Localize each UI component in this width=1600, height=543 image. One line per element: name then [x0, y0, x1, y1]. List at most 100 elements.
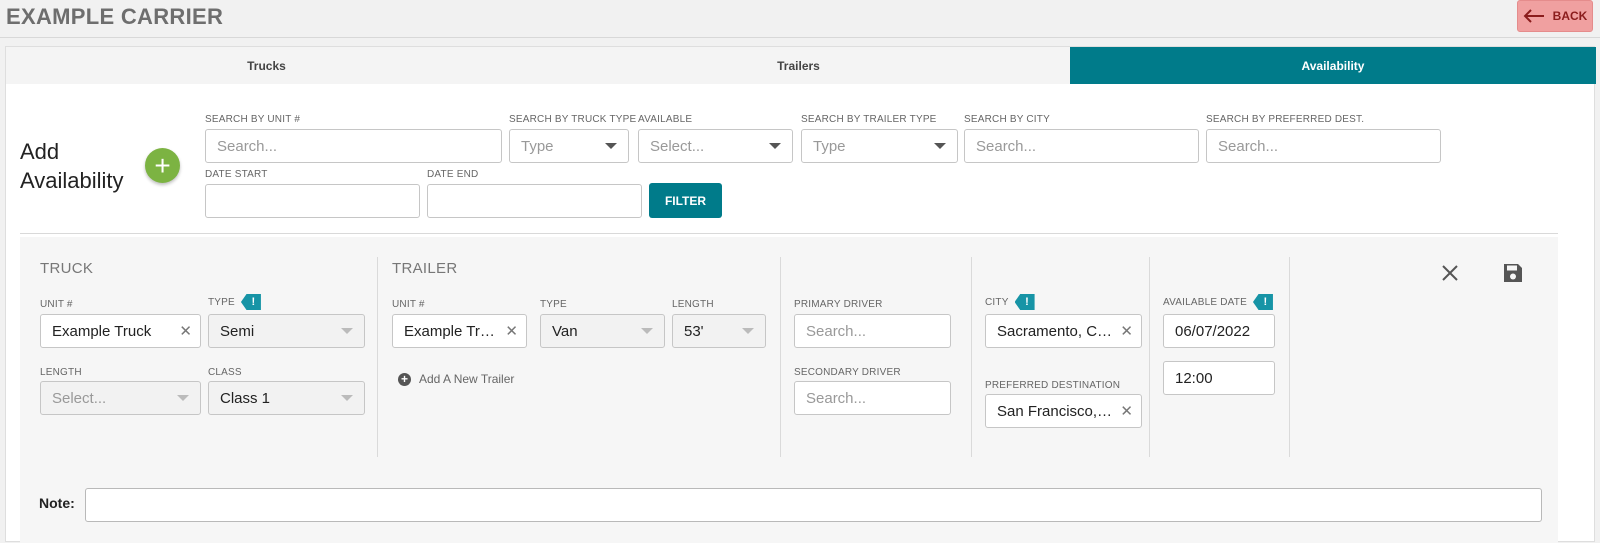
preferred-destination-label: PREFERRED DESTINATION	[985, 380, 1120, 391]
truck-unit-field[interactable]: Example Truck ✕	[40, 314, 201, 348]
filter-city-input[interactable]: Search...	[964, 129, 1199, 163]
trailer-length-label-text: LENGTH	[672, 299, 714, 310]
filter-date-start-input[interactable]	[205, 184, 420, 218]
floppy-disk-icon[interactable]	[1502, 262, 1524, 284]
add-availability-label: Add Availability	[20, 139, 124, 193]
clear-x-icon[interactable]: ✕	[179, 322, 192, 340]
filter-available-label: AVAILABLE	[638, 114, 693, 125]
truck-section-title: TRUCK	[40, 260, 94, 277]
chevron-down-icon	[742, 328, 754, 334]
trailer-type-value: Van	[552, 322, 578, 340]
filter-trailer-type-select[interactable]: Type	[801, 129, 958, 163]
filter-unit-input[interactable]: Search...	[205, 129, 502, 163]
clear-x-icon[interactable]: ✕	[1120, 402, 1133, 420]
trailer-length-select[interactable]: 53'	[672, 314, 766, 348]
truck-type-select[interactable]: Semi	[208, 314, 365, 348]
filter-truck-type-label: SEARCH BY TRUCK TYPE	[509, 114, 637, 125]
available-date-input[interactable]: 06/07/2022	[1163, 314, 1275, 348]
filter-unit-label: SEARCH BY UNIT #	[205, 114, 301, 125]
filter-pref-dest-input[interactable]: Search...	[1206, 129, 1441, 163]
primary-driver-input[interactable]: Search...	[794, 314, 951, 348]
available-date-label-text: AVAILABLE DATE	[1163, 296, 1247, 308]
tab-trailers[interactable]: Trailers	[527, 47, 1070, 84]
section-divider	[971, 257, 972, 457]
required-badge-icon: !	[1252, 294, 1273, 310]
filter-truck-type-select[interactable]: Type	[509, 129, 629, 163]
city-field[interactable]: Sacramento, CA ... ✕	[985, 314, 1142, 348]
available-date-label: AVAILABLE DATE!	[1163, 294, 1273, 310]
preferred-destination-value: San Francisco, C...	[997, 402, 1125, 420]
section-divider	[377, 257, 378, 457]
trailer-unit-value: Example Trailer	[404, 322, 509, 340]
secondary-driver-input[interactable]: Search...	[794, 381, 951, 415]
truck-class-select[interactable]: Class 1	[208, 381, 365, 415]
filter-trailer-type-value: Type	[813, 137, 846, 155]
preferred-destination-label-text: PREFERRED DESTINATION	[985, 380, 1121, 391]
truck-length-select[interactable]: Select...	[40, 381, 201, 415]
chevron-down-icon	[934, 143, 946, 149]
note-label: Note:	[39, 495, 75, 511]
tab-trucks[interactable]: Trucks	[6, 47, 527, 84]
city-label: CITY!	[985, 294, 1035, 310]
section-divider	[780, 257, 781, 457]
trailer-type-label: TYPE	[540, 299, 567, 310]
trailer-unit-label: UNIT #	[392, 299, 425, 310]
primary-driver-label: PRIMARY DRIVER	[794, 299, 883, 310]
clear-x-icon[interactable]: ✕	[1120, 322, 1133, 340]
clear-x-icon[interactable]: ✕	[505, 322, 518, 340]
truck-unit-label: UNIT #	[40, 299, 73, 310]
chevron-down-icon	[341, 328, 353, 334]
trailer-length-value: 53'	[684, 322, 704, 340]
required-badge-icon: !	[1014, 294, 1035, 310]
truck-type-value: Semi	[220, 322, 255, 340]
filter-date-end-input[interactable]	[427, 184, 642, 218]
note-input[interactable]	[85, 488, 1542, 522]
primary-driver-label-text: PRIMARY DRIVER	[794, 299, 883, 310]
tab-availability[interactable]: Availability	[1070, 47, 1596, 84]
add-new-trailer-link[interactable]: + Add A New Trailer	[398, 372, 514, 386]
filter-truck-type-value: Type	[521, 137, 554, 155]
trailer-type-label-text: TYPE	[540, 299, 567, 310]
trailer-unit-field[interactable]: Example Trailer ✕	[392, 314, 527, 348]
truck-length-label-text: LENGTH	[40, 367, 82, 378]
arrow-left-icon	[1523, 9, 1544, 23]
chevron-down-icon	[341, 395, 353, 401]
trailer-type-select[interactable]: Van	[540, 314, 665, 348]
chevron-down-icon	[769, 143, 781, 149]
truck-class-label: CLASS	[208, 367, 242, 378]
trailer-section-title: TRAILER	[392, 260, 458, 277]
carrier-title: EXAMPLE CARRIER	[6, 4, 224, 29]
filter-button[interactable]: FILTER	[649, 183, 722, 218]
truck-length-value: Select...	[52, 389, 107, 407]
availability-panel: Trucks Trailers Availability Add Availabi…	[5, 46, 1596, 543]
truck-type-label-text: TYPE	[208, 296, 235, 308]
truck-unit-label-text: UNIT #	[40, 299, 73, 310]
filter-pref-dest-label: SEARCH BY PREFERRED DEST.	[1206, 114, 1365, 125]
chevron-down-icon	[641, 328, 653, 334]
chevron-down-icon	[605, 143, 617, 149]
filter-date-start-label: DATE START	[205, 169, 268, 180]
tab-bar: Trucks Trailers Availability	[6, 47, 1596, 84]
plus-circle-icon: +	[154, 149, 171, 181]
preferred-destination-field[interactable]: San Francisco, C... ✕	[985, 394, 1142, 428]
close-icon[interactable]	[1440, 263, 1460, 283]
section-divider	[1289, 257, 1290, 457]
add-new-trailer-label: Add A New Trailer	[419, 372, 515, 386]
city-value: Sacramento, CA ...	[997, 322, 1123, 340]
truck-class-value: Class 1	[220, 389, 271, 407]
add-availability-button[interactable]: +	[145, 148, 180, 183]
plus-circle-icon: +	[398, 372, 411, 386]
available-time-input[interactable]: 12:00	[1163, 361, 1275, 395]
back-button[interactable]: BACK	[1517, 0, 1593, 32]
secondary-driver-label-text: SECONDARY DRIVER	[794, 367, 901, 378]
truck-length-label: LENGTH	[40, 367, 82, 378]
required-badge-icon: !	[240, 294, 261, 310]
filter-available-select[interactable]: Select...	[638, 129, 793, 163]
filter-available-value: Select...	[650, 137, 705, 155]
truck-type-label: TYPE!	[208, 294, 261, 310]
truck-class-label-text: CLASS	[208, 367, 242, 378]
section-divider	[1149, 257, 1150, 457]
top-bar: EXAMPLE CARRIER BACK	[0, 0, 1600, 38]
back-label: BACK	[1552, 9, 1588, 23]
filter-date-end-label: DATE END	[427, 169, 479, 180]
